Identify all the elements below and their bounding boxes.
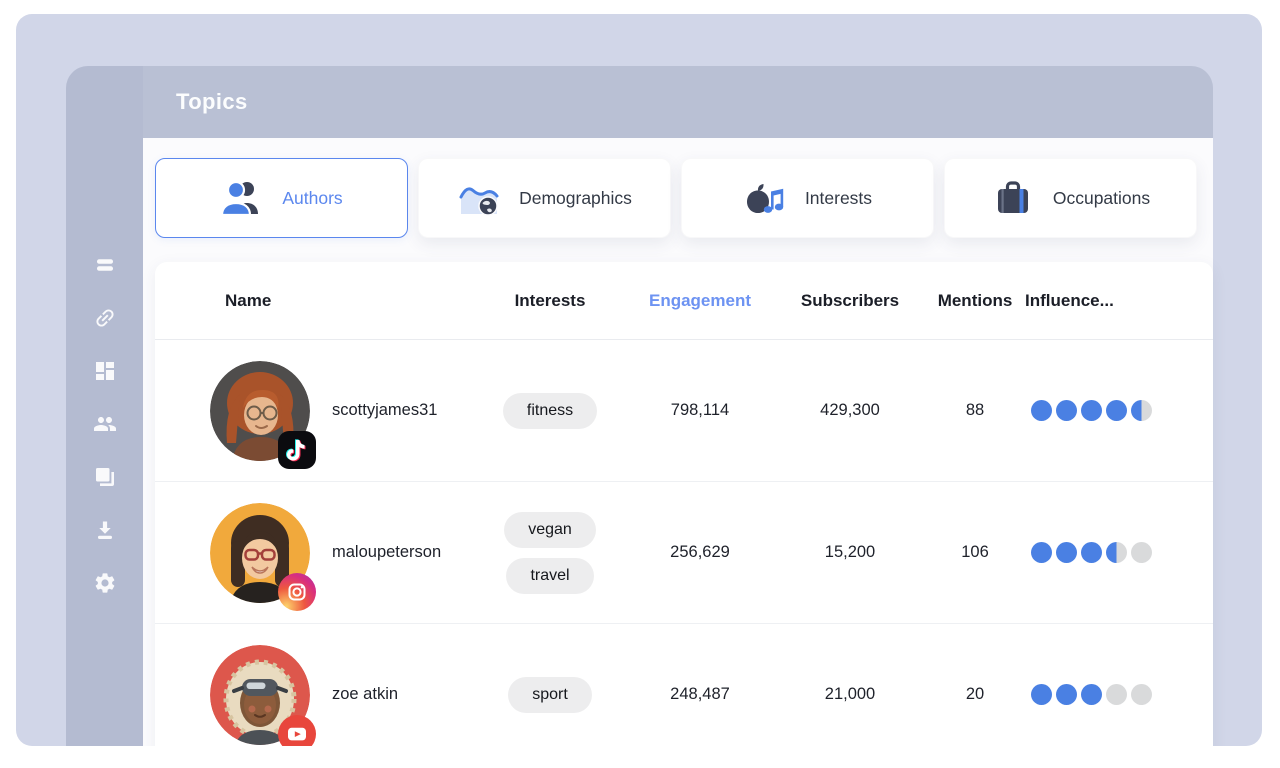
people-icon[interactable] [93,412,117,436]
tab-bar: Authors Demographics [155,158,1197,238]
youtube-icon [278,715,316,747]
engagement-value: 798,114 [625,401,775,420]
interests-icon [743,178,787,218]
app-canvas: Topics Authors [16,14,1262,746]
column-header-engagement[interactable]: Engagement [625,291,775,311]
tab-occupations[interactable]: Occupations [944,158,1197,238]
tab-interests[interactable]: Interests [681,158,934,238]
engagement-value: 248,487 [625,685,775,704]
avatar [210,503,310,603]
link-icon[interactable] [93,306,117,330]
interest-tag: fitness [503,393,597,429]
influence-dot [1031,542,1052,563]
column-header-mentions[interactable]: Mentions [925,291,1025,311]
influence-dot [1056,400,1077,421]
author-name: scottyjames31 [332,401,437,420]
author-name: maloupeterson [332,543,441,562]
settings-gear-icon[interactable] [93,571,117,595]
avatar [210,361,310,461]
influence-dot [1106,684,1127,705]
subscribers-value: 15,200 [775,543,925,562]
instagram-icon [278,573,316,611]
table-row[interactable]: maloupeterson vegan travel 256,629 15,20… [155,482,1213,624]
influence-dot [1056,542,1077,563]
avatar [210,645,310,745]
authors-icon [220,178,264,218]
mentions-value: 106 [925,543,1025,562]
tab-authors[interactable]: Authors [155,158,408,238]
author-name: zoe atkin [332,685,398,704]
influence-rating [1025,400,1213,421]
influence-dot [1031,684,1052,705]
interest-tag: sport [508,677,592,713]
author-cell: maloupeterson [155,503,475,603]
interests-cell: vegan travel [475,512,625,594]
author-cell: scottyjames31 [155,361,475,461]
mentions-value: 20 [925,685,1025,704]
tab-demographics-label: Demographics [519,188,632,209]
mentions-value: 88 [925,401,1025,420]
influence-dot [1081,542,1102,563]
interests-cell: sport [475,677,625,713]
copy-icon[interactable] [93,465,117,489]
influence-rating [1025,542,1213,563]
tab-authors-label: Authors [282,188,342,209]
table-row[interactable]: zoe atkin sport 248,487 21,000 20 [155,624,1213,746]
download-icon[interactable] [93,518,117,542]
influence-dot [1131,542,1152,563]
main-card: Topics Authors [66,66,1213,746]
subscribers-value: 21,000 [775,685,925,704]
engagement-value: 256,629 [625,543,775,562]
demographics-icon [457,178,501,218]
header-bar: Topics [143,66,1213,138]
occupations-icon [991,178,1035,218]
tab-occupations-label: Occupations [1053,188,1150,209]
menu-icon[interactable] [93,253,117,277]
dashboard-icon[interactable] [93,359,117,383]
interest-tag: vegan [504,512,596,548]
influence-dot [1081,400,1102,421]
column-header-name[interactable]: Name [155,291,475,311]
table-header-row: Name Interests Engagement Subscribers Me… [155,262,1213,340]
tab-demographics[interactable]: Demographics [418,158,671,238]
tiktok-icon [278,431,316,469]
column-header-interests[interactable]: Interests [475,291,625,311]
column-header-subscribers[interactable]: Subscribers [775,291,925,311]
influence-dot [1056,684,1077,705]
sidebar [66,66,143,746]
interest-tag: travel [506,558,593,594]
table-row[interactable]: scottyjames31 fitness 798,114 429,300 88 [155,340,1213,482]
content-area: Authors Demographics [143,138,1213,746]
influence-dot [1031,400,1052,421]
interests-cell: fitness [475,393,625,429]
authors-table: Name Interests Engagement Subscribers Me… [155,262,1213,746]
tab-interests-label: Interests [805,188,872,209]
page-title: Topics [176,89,248,115]
influence-dot [1081,684,1102,705]
author-cell: zoe atkin [155,645,475,745]
influence-dot [1131,400,1152,421]
influence-dot [1106,400,1127,421]
influence-rating [1025,684,1213,705]
column-header-influence[interactable]: Influence... [1025,291,1213,311]
influence-dot [1106,542,1127,563]
subscribers-value: 429,300 [775,401,925,420]
influence-dot [1131,684,1152,705]
